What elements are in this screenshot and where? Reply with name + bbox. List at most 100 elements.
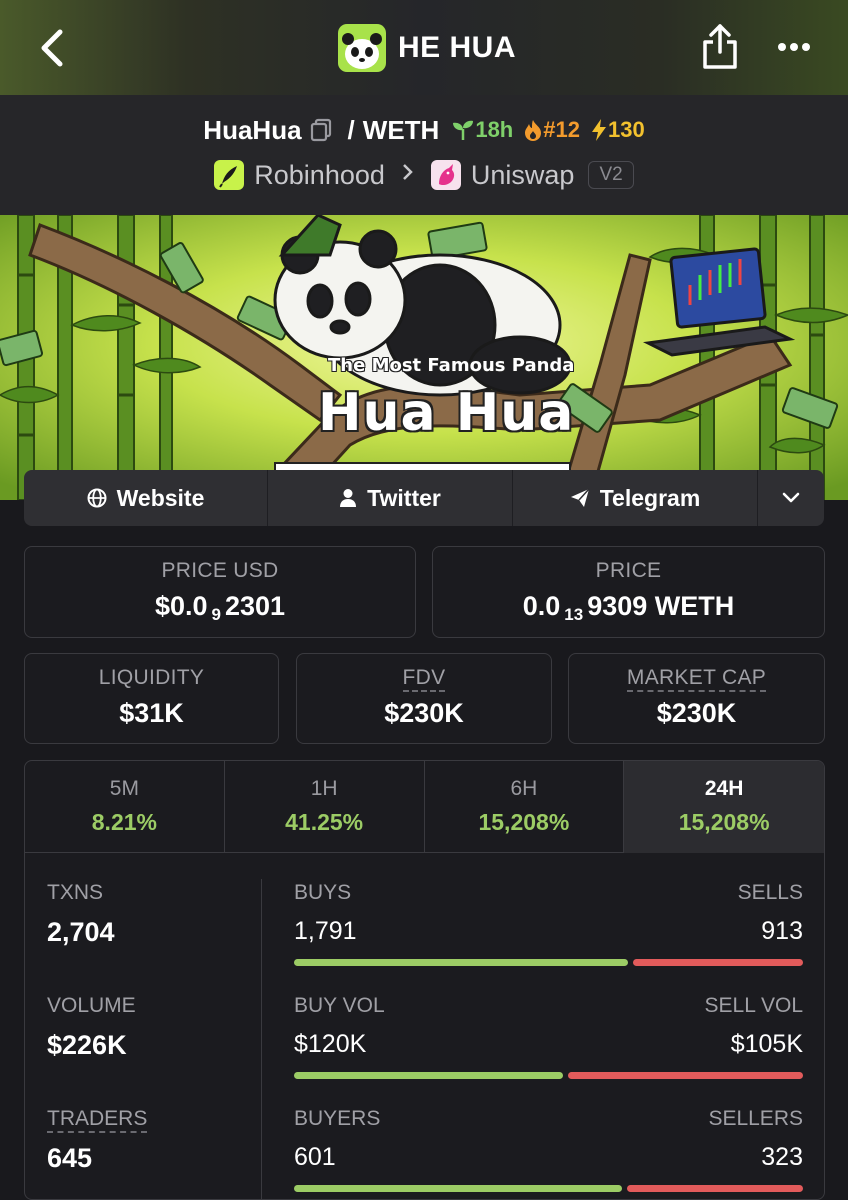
sell-vol-value: $105K [730, 1030, 803, 1058]
more-options-icon[interactable] [774, 34, 814, 60]
buy-vol-value: $120K [294, 1030, 367, 1058]
chevron-down-icon [782, 492, 800, 503]
sellers-label: SELLERS [708, 1107, 803, 1130]
top-bar: HE HUA [0, 0, 848, 95]
dex-version-badge: V2 [588, 161, 634, 189]
volume-value: $226K [47, 1030, 127, 1060]
tab-label: 1H [310, 777, 338, 800]
social-links-bar: Website Twitter Telegram [24, 470, 824, 526]
price-usd-value: $0.0 9 2301 [154, 591, 286, 624]
timeframe-stats-panel: 5M 8.21% 1H 41.25% 6H 15,208% 24H 15,208… [24, 760, 825, 1200]
pair-age-value: 18h [475, 117, 514, 142]
price-usd-label: PRICE USD [161, 559, 279, 582]
liquidity-label: LIQUIDITY [98, 666, 205, 689]
more-links-button[interactable] [758, 470, 824, 526]
txns-stat: TXNS 2,704 [47, 881, 247, 994]
chevron-right-icon [401, 161, 415, 189]
paper-plane-icon [570, 488, 590, 507]
twitter-link[interactable]: Twitter [268, 470, 513, 526]
price-change: 8.21% [91, 809, 157, 835]
banner-title: Hua Hua [318, 383, 575, 443]
volume-split-stat: BUY VOL SELL VOL $120K $105K [294, 994, 803, 1107]
market-cap-value: $230K [656, 698, 737, 728]
base-token: HuaHua [203, 114, 302, 145]
buyers-label: BUYERS [294, 1107, 381, 1130]
tab-label: 5M [109, 777, 139, 800]
copy-icon[interactable] [310, 118, 332, 142]
stats-divider [261, 879, 262, 1199]
sells-bar-fill [633, 959, 803, 966]
chain-name[interactable]: Robinhood [254, 160, 385, 191]
back-arrow-icon[interactable] [34, 26, 74, 70]
tab-5m[interactable]: 5M 8.21% [25, 761, 225, 853]
lightning-icon [591, 119, 606, 141]
sellers-value: 323 [761, 1143, 803, 1171]
volume-stat: VOLUME $226K [47, 994, 247, 1107]
tab-24h[interactable]: 24H 15,208% [624, 761, 824, 853]
price-change: 15,208% [678, 809, 770, 835]
telegram-link-label: Telegram [599, 484, 701, 511]
sellers-bar-fill [627, 1185, 803, 1192]
pair-info: HuaHua / WETH 18h #12 130 Robinhood Unis… [0, 95, 848, 215]
website-link-label: Website [116, 484, 205, 511]
token-banner: The Most Famous Panda Hua Hua [0, 215, 848, 500]
sells-label: SELLS [737, 881, 803, 904]
boosts-value: 130 [607, 117, 645, 142]
seedling-icon [453, 120, 474, 140]
telegram-link[interactable]: Telegram [513, 470, 758, 526]
buys-label: BUYS [294, 881, 352, 904]
volume-split-bar [294, 1072, 803, 1079]
price-change: 15,208% [478, 809, 570, 835]
trending-rank[interactable]: #12 [523, 117, 580, 143]
share-icon[interactable] [700, 22, 740, 72]
banner-tagline: The Most Famous Panda [328, 355, 575, 376]
traders-stat[interactable]: TRADERS 645 [47, 1107, 247, 1199]
trending-rank-value: #12 [543, 117, 580, 142]
boosts[interactable]: 130 [590, 117, 645, 143]
liquidity-value: $31K [119, 698, 184, 728]
stats-breakdown: BUYS SELLS 1,791 913 BUY VOL SELL VOL $120K… [294, 881, 803, 1199]
dex-name[interactable]: Uniswap [471, 160, 575, 191]
market-cap-card[interactable]: MARKET CAP $230K [568, 653, 825, 744]
liquidity-card: LIQUIDITY $31K [24, 653, 279, 744]
volume-label: VOLUME [47, 994, 136, 1017]
website-link[interactable]: Website [24, 470, 268, 526]
chain-row: Robinhood Uniswap V2 [0, 157, 848, 193]
user-icon [340, 489, 357, 507]
buys-sells-bar [294, 959, 803, 966]
buys-bar-fill [294, 959, 628, 966]
sell-vol-bar-fill [568, 1072, 803, 1079]
tab-6h[interactable]: 6H 15,208% [425, 761, 625, 853]
sells-value: 913 [761, 917, 803, 945]
price-native-value: 0.0 13 9309 WETH [522, 591, 735, 624]
buy-vol-bar-fill [294, 1072, 563, 1079]
tab-label: 24H [704, 777, 744, 800]
buy-vol-label: BUY VOL [294, 994, 385, 1017]
uniswap-unicorn-icon [430, 160, 461, 190]
panda-logo-icon [338, 24, 386, 72]
txns-label: TXNS [47, 881, 104, 904]
traders-value: 645 [47, 1143, 93, 1173]
fire-icon [525, 120, 542, 141]
pair-age: 18h [451, 117, 513, 143]
pair-row: HuaHua / WETH 18h #12 130 [0, 113, 848, 147]
fdv-label: FDV [402, 666, 446, 692]
txns-value: 2,704 [47, 917, 115, 947]
token-brand: HE HUA [338, 23, 516, 73]
price-native-card: PRICE 0.0 13 9309 WETH [432, 546, 825, 638]
price-usd-card: PRICE USD $0.0 9 2301 [24, 546, 416, 638]
stats-summary: TXNS 2,704 VOLUME $226K TRADERS 645 [47, 881, 247, 1199]
tab-1h[interactable]: 1H 41.25% [225, 761, 425, 853]
traders-label: TRADERS [47, 1107, 148, 1133]
buyers-value: 601 [294, 1143, 336, 1171]
sell-vol-label: SELL VOL [704, 994, 803, 1017]
twitter-link-label: Twitter [367, 484, 441, 511]
buys-value: 1,791 [294, 917, 357, 945]
robinhood-feather-icon [214, 160, 245, 190]
timeframe-tabs: 5M 8.21% 1H 41.25% 6H 15,208% 24H 15,208… [25, 761, 824, 853]
fdv-card[interactable]: FDV $230K [296, 653, 552, 744]
fdv-value: $230K [384, 698, 464, 728]
buyers-bar-fill [294, 1185, 622, 1192]
buys-sells-stat: BUYS SELLS 1,791 913 [294, 881, 803, 994]
tab-label: 6H [510, 777, 538, 800]
